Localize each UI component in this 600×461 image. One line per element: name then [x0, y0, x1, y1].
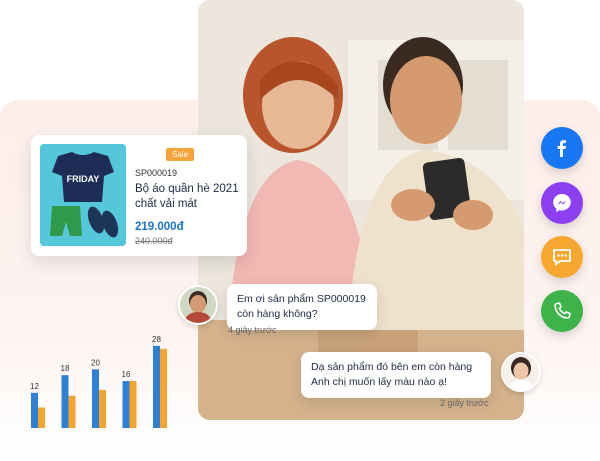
- messenger-icon: [553, 194, 571, 212]
- chart-bar: [38, 407, 45, 428]
- customer-message-time: 4 giây trước: [228, 325, 277, 335]
- chart-bar: [153, 345, 160, 428]
- product-old-price: 240.000đ: [135, 236, 173, 246]
- product-card[interactable]: FRIDAY Sale SP000019 Bộ áo quần hè 2021 …: [31, 135, 247, 256]
- chart-bar: [99, 389, 106, 428]
- chart-data-label: 16: [122, 370, 131, 379]
- shop-avatar: [501, 352, 541, 392]
- shirt-print-text: FRIDAY: [67, 174, 100, 184]
- sms-button[interactable]: [541, 236, 583, 278]
- customer-message-bubble: Em ơi sản phẩm SP000019 còn hàng không?: [227, 284, 377, 330]
- product-thumbnail: FRIDAY: [40, 144, 126, 246]
- messenger-button[interactable]: [541, 182, 583, 224]
- product-price: 219.000đ: [135, 221, 184, 233]
- chart-bar: [61, 375, 69, 428]
- sales-bar-chart: 12 18 20 16 28: [30, 335, 167, 428]
- chart-bar: [129, 381, 137, 428]
- chart-data-label: 12: [30, 382, 39, 391]
- customer-message-line: còn hàng không?: [237, 308, 318, 320]
- product-sku: SP000019: [135, 168, 178, 178]
- chart-bar: [122, 381, 130, 428]
- shop-message-time: 2 giây trước: [440, 398, 489, 408]
- chart-data-label: 28: [152, 335, 161, 344]
- shop-message-bubble: Dạ sản phẩm đó bên em còn hàng Anh chị m…: [301, 352, 491, 398]
- chart-data-label: 20: [91, 358, 100, 367]
- customer-message-line: Em ơi sản phẩm SP000019: [237, 293, 366, 305]
- phone-button[interactable]: [541, 290, 583, 332]
- product-name: Bộ áo quần hè 2021 chất vải mát: [135, 183, 239, 210]
- chart-data-label: 18: [61, 364, 70, 373]
- customer-avatar: [178, 285, 218, 325]
- shop-message-line: Anh chị muốn lấy màu nào ạ!: [311, 376, 447, 388]
- facebook-button[interactable]: [541, 127, 583, 169]
- shop-message-line: Dạ sản phẩm đó bên em còn hàng: [311, 361, 473, 373]
- phone-icon: [554, 302, 571, 319]
- sale-badge: Sale: [166, 148, 195, 161]
- chart-bar: [92, 369, 99, 428]
- chart-bar: [68, 395, 76, 428]
- sms-icon: [553, 249, 571, 266]
- facebook-icon: [557, 140, 566, 157]
- chart-bar: [160, 348, 167, 428]
- chart-bar: [31, 392, 38, 428]
